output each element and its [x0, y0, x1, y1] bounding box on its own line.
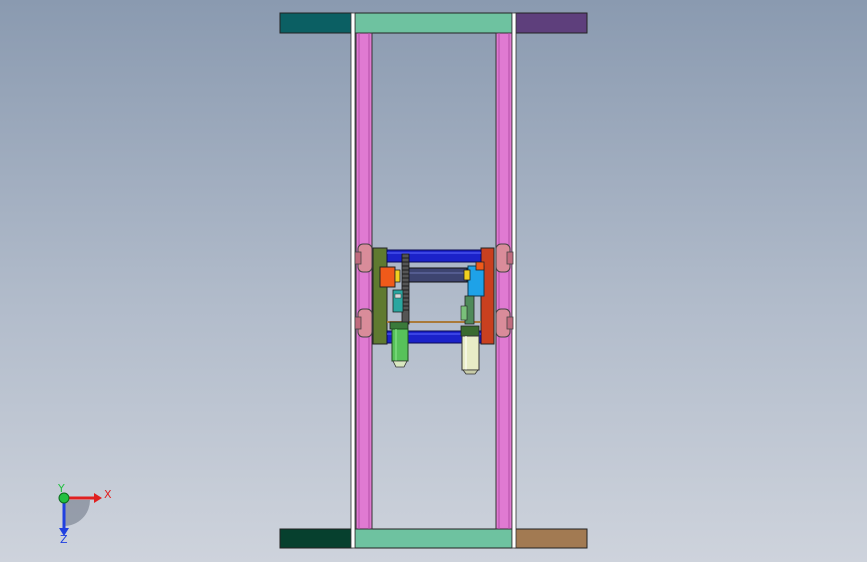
y-axis-label: Y: [57, 482, 65, 495]
right-motor-mount: [460, 325, 480, 337]
left-motor-cap: [392, 360, 408, 368]
right-motor: [461, 335, 480, 371]
right-rail: [495, 32, 513, 530]
carriage-assembly: [354, 243, 514, 375]
orientation-triad: X Z Y: [57, 482, 112, 546]
top-left-end-block: [279, 12, 353, 34]
top-roller-bar: [386, 249, 482, 263]
top-right-end-block: [514, 12, 588, 34]
left-rail: [355, 32, 373, 530]
left-motor-mount: [389, 321, 409, 330]
bottom-left-end-block: [279, 528, 353, 549]
bottom-crossbar: [354, 528, 513, 549]
left-side-plate: [372, 247, 388, 345]
top-crossbar: [354, 12, 513, 34]
left-coupler: [392, 289, 404, 313]
x-axis-label: X: [104, 488, 112, 501]
triad-shadow: [64, 500, 90, 526]
left-bracket-tab: [394, 269, 401, 283]
left-rail-outer: [350, 12, 356, 549]
right-rail-outer: [511, 12, 517, 549]
left-bracket: [379, 266, 396, 288]
z-axis-label: Z: [60, 533, 68, 546]
cad-viewport[interactable]: X Z Y: [0, 0, 867, 562]
gear-rack: [401, 253, 410, 325]
right-motor-cap: [462, 369, 479, 375]
inner-shaft: [402, 267, 468, 283]
bottom-right-end-block: [514, 528, 588, 549]
left-motor: [391, 328, 409, 362]
